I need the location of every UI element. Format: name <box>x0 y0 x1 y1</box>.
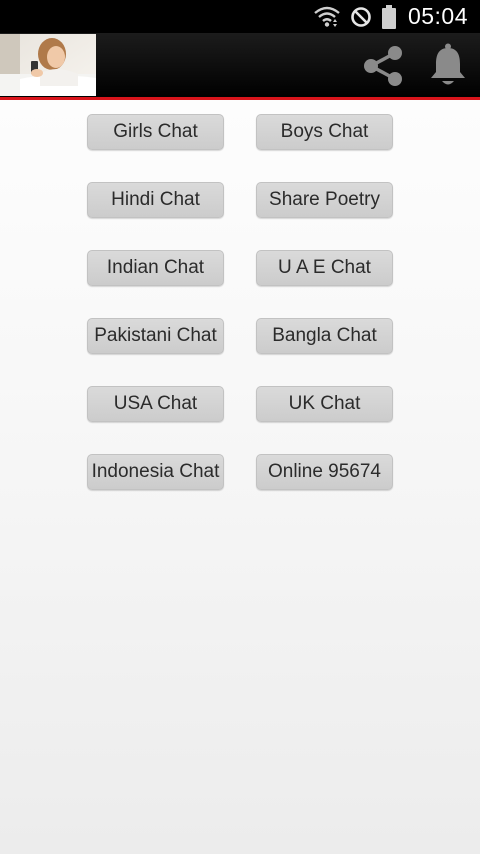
hindi-chat-button[interactable]: Hindi Chat <box>87 182 224 218</box>
pakistani-chat-button[interactable]: Pakistani Chat <box>87 318 224 354</box>
online-count-button[interactable]: Online 95674 <box>256 454 393 490</box>
profile-photo <box>0 34 96 96</box>
do-not-disturb-icon <box>350 6 372 28</box>
status-time: 05:04 <box>407 3 468 29</box>
indonesia-chat-button[interactable]: Indonesia Chat <box>87 454 224 490</box>
share-button[interactable] <box>357 41 409 91</box>
wifi-icon <box>314 5 340 29</box>
notification-button[interactable] <box>424 39 472 91</box>
indian-chat-button[interactable]: Indian Chat <box>87 250 224 286</box>
app-bar <box>0 33 480 97</box>
girls-chat-button[interactable]: Girls Chat <box>87 114 224 150</box>
boys-chat-button[interactable]: Boys Chat <box>256 114 393 150</box>
app-bar-divider <box>0 97 480 100</box>
uae-chat-button[interactable]: U A E Chat <box>256 250 393 286</box>
bangla-chat-button[interactable]: Bangla Chat <box>256 318 393 354</box>
usa-chat-button[interactable]: USA Chat <box>87 386 224 422</box>
bell-icon <box>431 43 465 85</box>
share-poetry-button[interactable]: Share Poetry <box>256 182 393 218</box>
share-icon <box>364 46 402 86</box>
avatar[interactable] <box>0 34 96 96</box>
status-bar: 05:04 <box>0 0 480 33</box>
uk-chat-button[interactable]: UK Chat <box>256 386 393 422</box>
battery-icon <box>381 4 396 29</box>
